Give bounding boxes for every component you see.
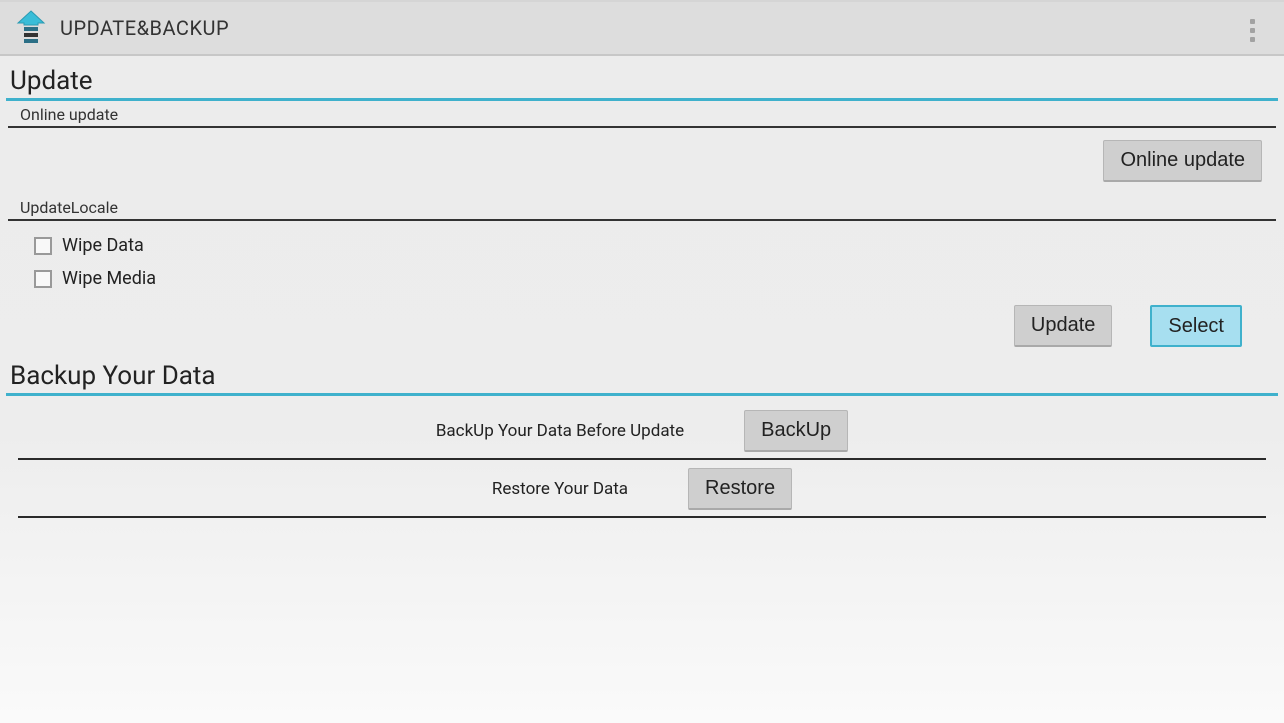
restore-label: Restore Your Data	[492, 479, 628, 499]
overflow-menu-button[interactable]	[1228, 2, 1276, 58]
wipe-media-checkbox[interactable]	[34, 270, 52, 288]
backup-section-title: Backup Your Data	[6, 357, 1278, 396]
app-icon	[12, 9, 50, 47]
wipe-media-label: Wipe Media	[62, 268, 156, 289]
wipe-data-label: Wipe Data	[62, 235, 144, 256]
backup-label: BackUp Your Data Before Update	[436, 421, 684, 441]
wipe-data-checkbox[interactable]	[34, 237, 52, 255]
action-bar: UPDATE&BACKUP	[0, 0, 1284, 56]
online-update-button[interactable]: Online update	[1103, 140, 1262, 182]
restore-row: Restore Your Data Restore	[18, 460, 1266, 518]
online-update-row: Online update	[6, 128, 1278, 194]
update-buttons-row: Update Select	[6, 295, 1278, 357]
content-area: Update Online update Online update Updat…	[0, 56, 1284, 518]
select-button[interactable]: Select	[1150, 305, 1242, 347]
app-title: UPDATE&BACKUP	[60, 16, 229, 40]
online-update-header: Online update	[8, 101, 1276, 128]
backup-row: BackUp Your Data Before Update BackUp	[18, 402, 1266, 460]
update-section-title: Update	[6, 62, 1278, 101]
update-locale-header: UpdateLocale	[8, 194, 1276, 221]
update-button[interactable]: Update	[1014, 305, 1113, 347]
wipe-data-row: Wipe Data	[6, 229, 1278, 262]
overflow-icon	[1250, 19, 1255, 42]
backup-button[interactable]: BackUp	[744, 410, 848, 452]
restore-button[interactable]: Restore	[688, 468, 792, 510]
wipe-media-row: Wipe Media	[6, 262, 1278, 295]
